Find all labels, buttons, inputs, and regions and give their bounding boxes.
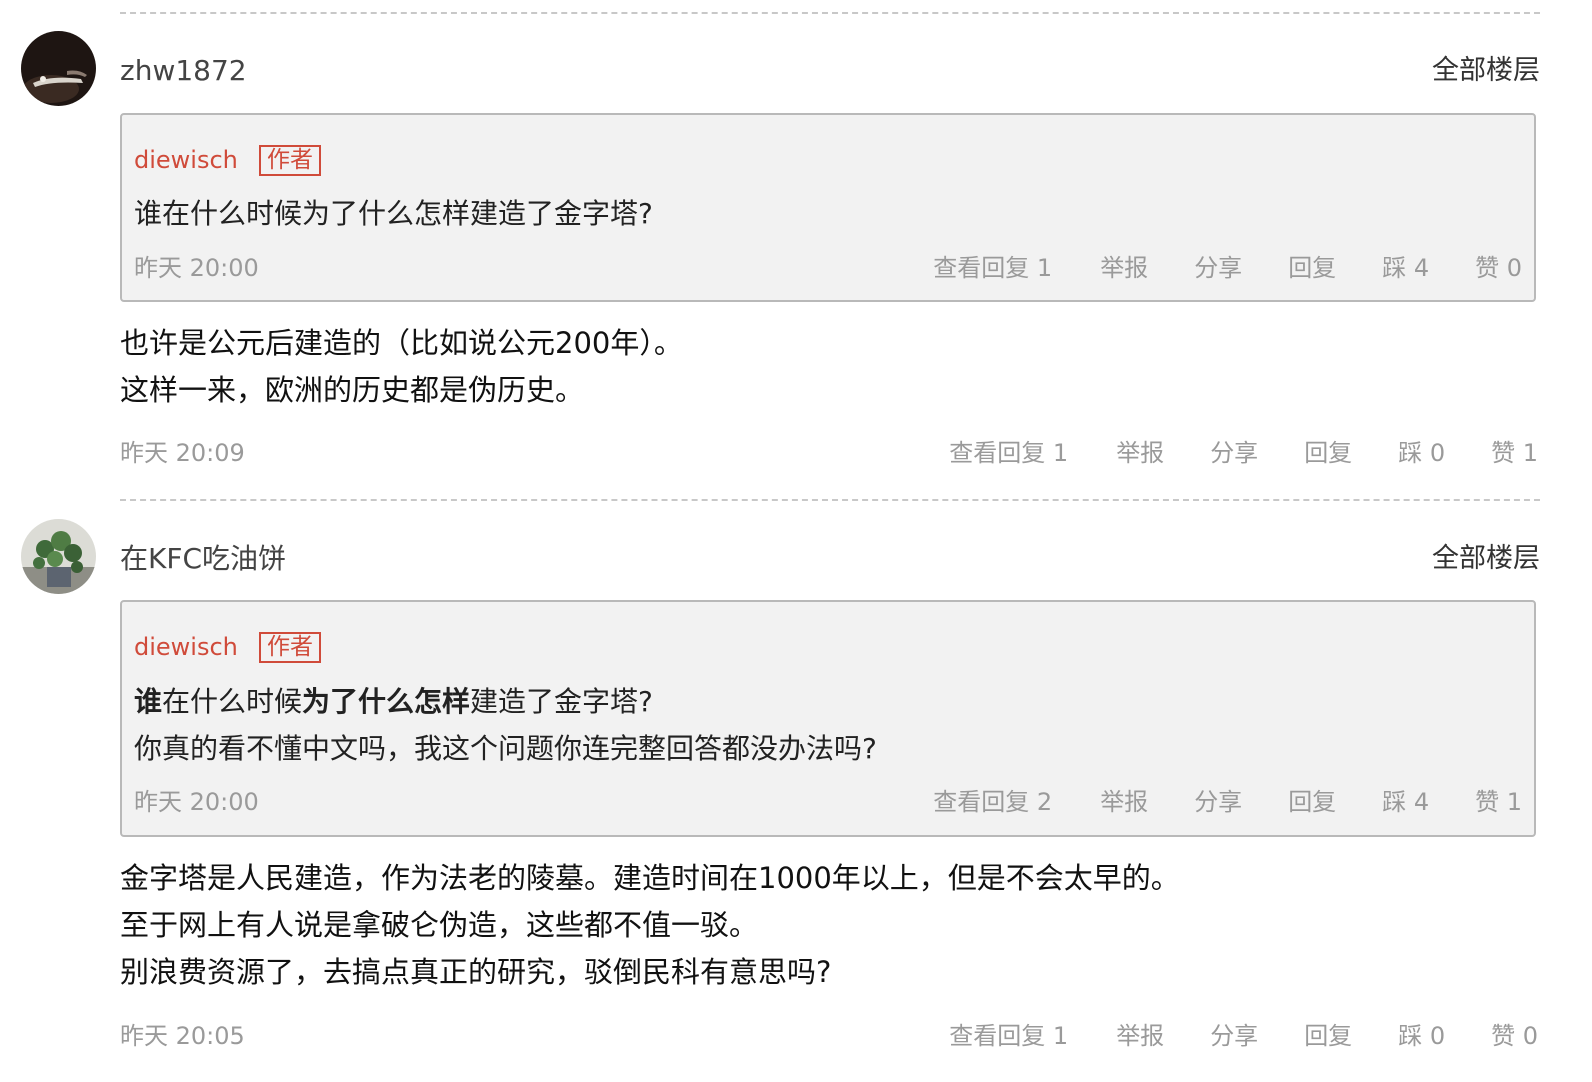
view-replies-button[interactable]: 查看回复 1 [949,1021,1068,1051]
post-divider [120,499,1540,501]
report-button[interactable]: 举报 [1100,253,1148,283]
quote-timestamp: 昨天 20:00 [134,254,259,282]
post-divider [120,12,1540,14]
quote-timestamp: 昨天 20:00 [134,788,259,816]
quoted-comment: diewisch 作者 谁在什么时候为了什么怎样建造了金字塔? 你真的看不懂中文… [120,600,1536,837]
avatar-image-icon [21,519,96,594]
share-button[interactable]: 分享 [1210,438,1258,468]
reply-button[interactable]: 回复 [1304,1021,1352,1051]
quote-text-part: 在什么时候 [162,685,303,718]
avatar-image-icon [21,31,96,106]
dislike-button[interactable]: 踩 0 [1398,438,1445,468]
reply-actions: 查看回复 1 举报 分享 回复 踩 0 赞 1 [949,438,1538,468]
like-button[interactable]: 赞 0 [1491,1021,1538,1051]
all-floors-link[interactable]: 全部楼层 [1432,53,1540,89]
report-button[interactable]: 举报 [1116,1021,1164,1051]
quote-text-bold: 为了什么怎样 [302,685,471,718]
report-button[interactable]: 举报 [1100,787,1148,817]
reply-timestamp: 昨天 20:09 [120,439,245,467]
view-replies-button[interactable]: 查看回复 1 [933,253,1052,283]
like-button[interactable]: 赞 0 [1475,253,1522,283]
like-button[interactable]: 赞 1 [1475,787,1522,817]
quote-author[interactable]: diewisch [134,632,238,662]
author-badge: 作者 [259,145,321,176]
quote-text: 谁在什么时候为了什么怎样建造了金字塔? [134,197,653,230]
username[interactable]: zhw1872 [120,53,247,89]
reply-line: 这样一来，欧洲的历史都是伪历史。 [120,373,585,407]
reply-line: 至于网上有人说是拿破仑伪造，这些都不值一驳。 [120,908,759,942]
username[interactable]: 在KFC吃油饼 [120,541,286,577]
quote-text-bold: 谁 [134,685,163,718]
share-button[interactable]: 分享 [1194,253,1242,283]
quote-actions: 查看回复 1 举报 分享 回复 踩 4 赞 0 [933,253,1522,283]
quote-text-part: 建造了金字塔? [470,685,653,718]
view-replies-button[interactable]: 查看回复 1 [949,438,1068,468]
reply-line: 金字塔是人民建造，作为法老的陵墓。建造时间在1000年以上，但是不会太早的。 [120,861,1180,895]
dislike-button[interactable]: 踩 4 [1382,253,1429,283]
reply-button[interactable]: 回复 [1288,253,1336,283]
share-button[interactable]: 分享 [1194,787,1242,817]
quote-text: 谁在什么时候为了什么怎样建造了金字塔? [134,679,653,725]
reply-timestamp: 昨天 20:05 [120,1022,245,1050]
quoted-comment: diewisch 作者 谁在什么时候为了什么怎样建造了金字塔? 昨天 20:00… [120,113,1536,302]
quote-author[interactable]: diewisch [134,145,238,175]
reply-actions: 查看回复 1 举报 分享 回复 踩 0 赞 0 [949,1021,1538,1051]
quote-text: 你真的看不懂中文吗，我这个问题你连完整回答都没办法吗? [134,732,877,765]
reply-button[interactable]: 回复 [1304,438,1352,468]
all-floors-link[interactable]: 全部楼层 [1432,541,1540,577]
view-replies-button[interactable]: 查看回复 2 [933,787,1052,817]
dislike-button[interactable]: 踩 0 [1398,1021,1445,1051]
reply-button[interactable]: 回复 [1288,787,1336,817]
avatar[interactable] [21,31,96,106]
dislike-button[interactable]: 踩 4 [1382,787,1429,817]
like-button[interactable]: 赞 1 [1491,438,1538,468]
author-badge: 作者 [259,632,321,663]
reply-line: 也许是公元后建造的（比如说公元200年）。 [120,326,683,360]
reply-line: 别浪费资源了，去搞点真正的研究，驳倒民科有意思吗? [120,955,832,989]
quote-actions: 查看回复 2 举报 分享 回复 踩 4 赞 1 [933,787,1522,817]
avatar[interactable] [21,519,96,594]
share-button[interactable]: 分享 [1210,1021,1258,1051]
report-button[interactable]: 举报 [1116,438,1164,468]
